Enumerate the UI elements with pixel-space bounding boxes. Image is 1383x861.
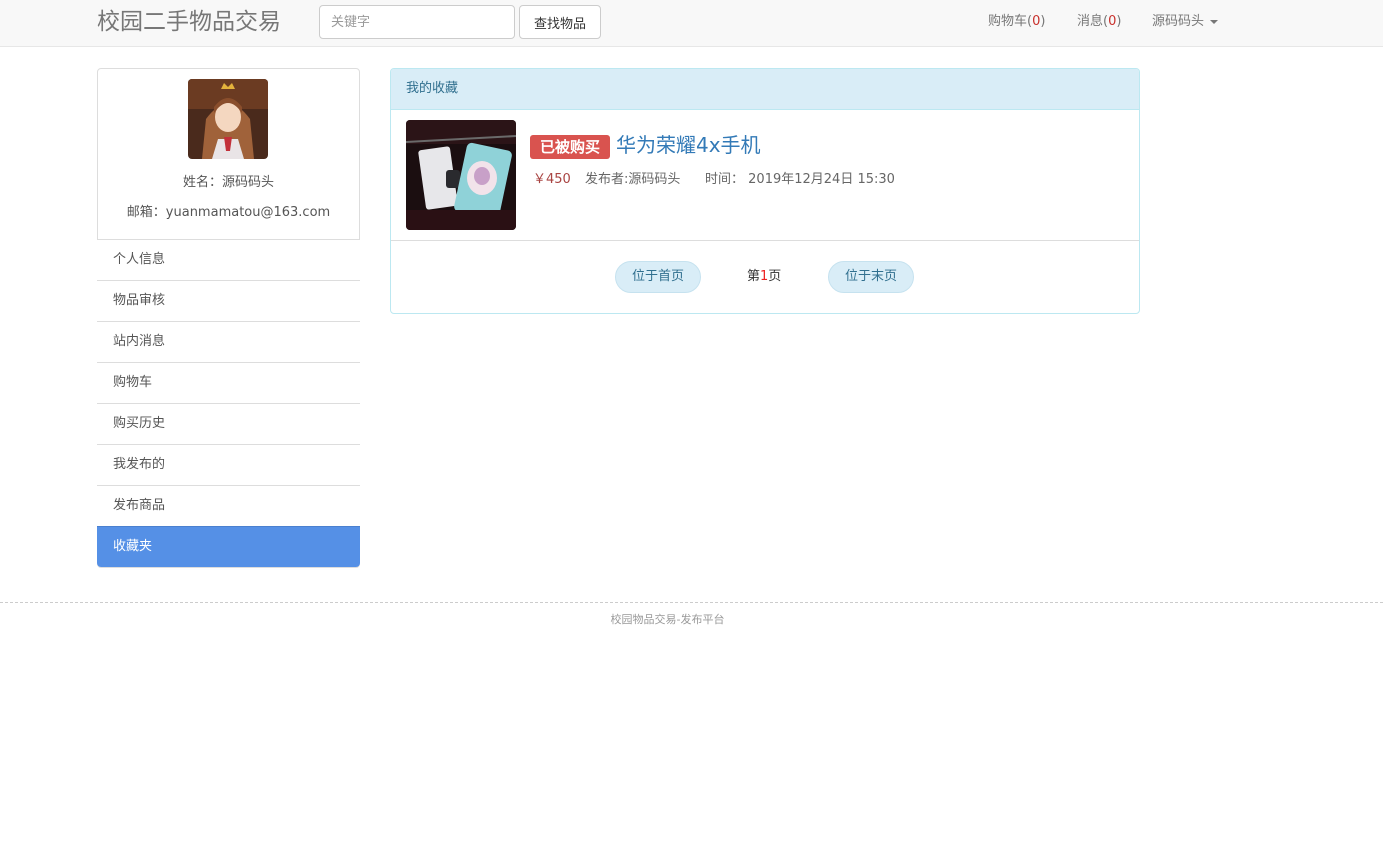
item-time-value: 2019年12月24日 15:30: [748, 172, 895, 187]
item-price-value: ￥450: [533, 172, 571, 187]
sidebar-item-site-messages[interactable]: 站内消息: [97, 321, 360, 362]
sidebar-menu: 个人信息 物品审核 站内消息 购物车 购买历史 我发布的 发布商品 收藏夹: [97, 239, 360, 567]
top-navbar: 校园二手物品交易 查找物品 购物车(0) 消息(0) 源码码头: [0, 0, 1383, 47]
sidebar-item-personal-info[interactable]: 个人信息: [97, 239, 360, 280]
footer-divider: [0, 602, 1383, 603]
sidebar-item-favorites[interactable]: 收藏夹: [97, 526, 360, 567]
avatar: [188, 79, 268, 159]
sidebar-item-publish[interactable]: 发布商品: [97, 485, 360, 526]
item-title-link[interactable]: 华为荣耀4x手机: [616, 131, 761, 159]
profile-name: 姓名：源码码头: [182, 175, 274, 190]
user-name: 源码码头: [1152, 14, 1205, 29]
page-prefix: 第: [747, 269, 761, 284]
item-thumbnail[interactable]: [406, 120, 516, 230]
caret-down-icon: [1210, 19, 1219, 24]
footer-text: 校园物品交易-发布平台: [610, 613, 725, 626]
panel-divider: [391, 240, 1139, 241]
sidebar-item-purchase-history[interactable]: 购买历史: [97, 403, 360, 444]
page-indicator: 第1页: [747, 268, 781, 286]
nav-messages-link[interactable]: 消息(0): [1077, 13, 1121, 31]
search-input[interactable]: [319, 5, 515, 39]
item-time: 时间： 2019年12月24日 15:30: [705, 171, 895, 189]
sidebar-item-cart[interactable]: 购物车: [97, 362, 360, 403]
search-button[interactable]: 查找物品: [519, 5, 601, 39]
panel-heading: 我的收藏: [391, 69, 1139, 110]
nav-cart-link[interactable]: 购物车(0): [988, 13, 1045, 31]
item-image: [406, 120, 516, 230]
page-suffix: 页: [768, 269, 782, 284]
first-page-button[interactable]: 位于首页: [615, 261, 701, 293]
item-price: ￥450: [533, 171, 571, 189]
item-publisher: 发布者:源码码头: [585, 172, 681, 187]
favorites-panel: 我的收藏 已被购买 华为荣耀4x手机 ￥450 发布者:源码码头 时间： 201…: [390, 68, 1140, 314]
nav-messages-label: 消息(: [1077, 14, 1109, 29]
avatar-image: [188, 79, 268, 159]
sidebar-item-my-posts[interactable]: 我发布的: [97, 444, 360, 485]
nav-cart-label: 购物车(: [988, 14, 1033, 29]
nav-cart-close: ): [1040, 14, 1046, 29]
profile-email: 邮箱：yuanmamatou@163.com: [126, 205, 331, 220]
user-dropdown[interactable]: 源码码头: [1152, 13, 1219, 31]
last-page-button[interactable]: 位于末页: [828, 261, 914, 293]
sold-status-badge: 已被购买: [530, 135, 611, 159]
sidebar-item-item-review[interactable]: 物品审核: [97, 280, 360, 321]
item-time-label: 时间：: [705, 172, 745, 187]
site-brand[interactable]: 校园二手物品交易: [97, 6, 281, 38]
user-sidebar: 姓名：源码码头 邮箱：yuanmamatou@163.com 个人信息 物品审核…: [97, 68, 360, 568]
nav-messages-close: ): [1116, 14, 1122, 29]
